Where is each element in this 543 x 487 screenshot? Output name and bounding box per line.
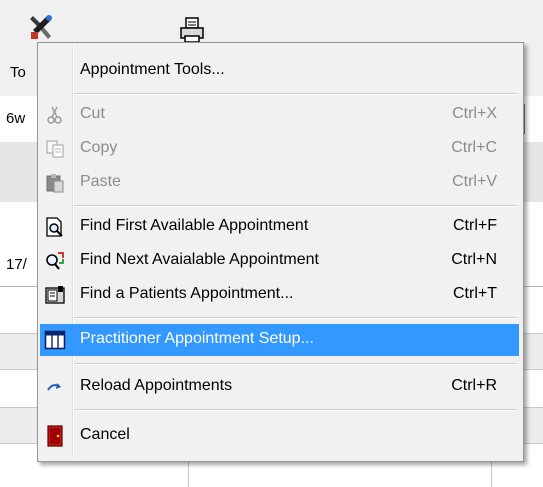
- menu-item-label: Appointment Tools...: [80, 61, 225, 78]
- menu-item-shortcut: Ctrl+F: [453, 217, 497, 234]
- menu-item-reload-appointments[interactable]: Reload Appointments Ctrl+R: [40, 371, 519, 403]
- menu-item-label: Reload Appointments: [80, 377, 233, 394]
- menu-item-shortcut: Ctrl+N: [451, 251, 497, 268]
- menu-item-shortcut: Ctrl+X: [452, 105, 497, 122]
- menu-separator: [74, 93, 517, 95]
- menu-separator: [74, 317, 517, 319]
- menu-item-find-next-available[interactable]: Find Next Avaialable Appointment Ctrl+N: [40, 245, 519, 277]
- find-next-icon: [46, 252, 64, 270]
- menu-item-cut[interactable]: Cut Ctrl+X: [40, 99, 519, 131]
- menu-item-copy[interactable]: Copy Ctrl+C: [40, 133, 519, 165]
- tools-button-label: To: [10, 64, 26, 81]
- menu-separator: [74, 363, 517, 365]
- menu-item-shortcut: Ctrl+R: [451, 377, 497, 394]
- reload-arrow-icon: [47, 383, 61, 391]
- window-columns-icon: [44, 330, 66, 350]
- paste-icon: [46, 174, 64, 193]
- scissors-icon: [47, 106, 62, 124]
- patient-file-icon: [45, 286, 65, 304]
- row-fragment-text: 6w: [6, 110, 26, 127]
- menu-item-practitioner-appointment-setup[interactable]: Practitioner Appointment Setup...: [40, 324, 519, 356]
- menu-separator: [74, 409, 517, 411]
- menu-item-cancel[interactable]: Cancel: [40, 420, 519, 452]
- exit-door-icon: [47, 425, 63, 447]
- menu-item-label: Paste: [80, 173, 121, 190]
- menu-item-label: Cut: [80, 105, 105, 122]
- menu-separator: [74, 205, 517, 207]
- menu-item-label: Find a Patients Appointment...: [80, 285, 294, 302]
- menu-item-appointment-tools[interactable]: Appointment Tools...: [40, 55, 519, 87]
- menu-item-shortcut: Ctrl+T: [453, 285, 497, 302]
- menu-item-label: Copy: [80, 139, 118, 156]
- menu-item-label: Cancel: [80, 426, 130, 443]
- menu-item-find-patients-appointment[interactable]: Find a Patients Appointment... Ctrl+T: [40, 279, 519, 311]
- menu-item-label: Practitioner Appointment Setup...: [80, 330, 314, 347]
- menu-item-shortcut: Ctrl+V: [452, 173, 497, 190]
- tools-icon: [30, 15, 52, 39]
- menu-item-shortcut: Ctrl+C: [451, 139, 497, 156]
- menu-item-find-first-available[interactable]: Find First Available Appointment Ctrl+F: [40, 211, 519, 243]
- menu-item-label: Find First Available Appointment: [80, 217, 309, 234]
- menu-item-label: Find Next Avaialable Appointment: [80, 251, 319, 268]
- find-document-icon: [46, 217, 63, 237]
- menu-item-paste[interactable]: Paste Ctrl+V: [40, 167, 519, 199]
- appointment-context-menu[interactable]: Appointment Tools... Cut Ctrl+X Copy Ctr…: [37, 42, 524, 462]
- date-fragment-text: 17/: [6, 256, 27, 273]
- copy-icon: [46, 140, 64, 158]
